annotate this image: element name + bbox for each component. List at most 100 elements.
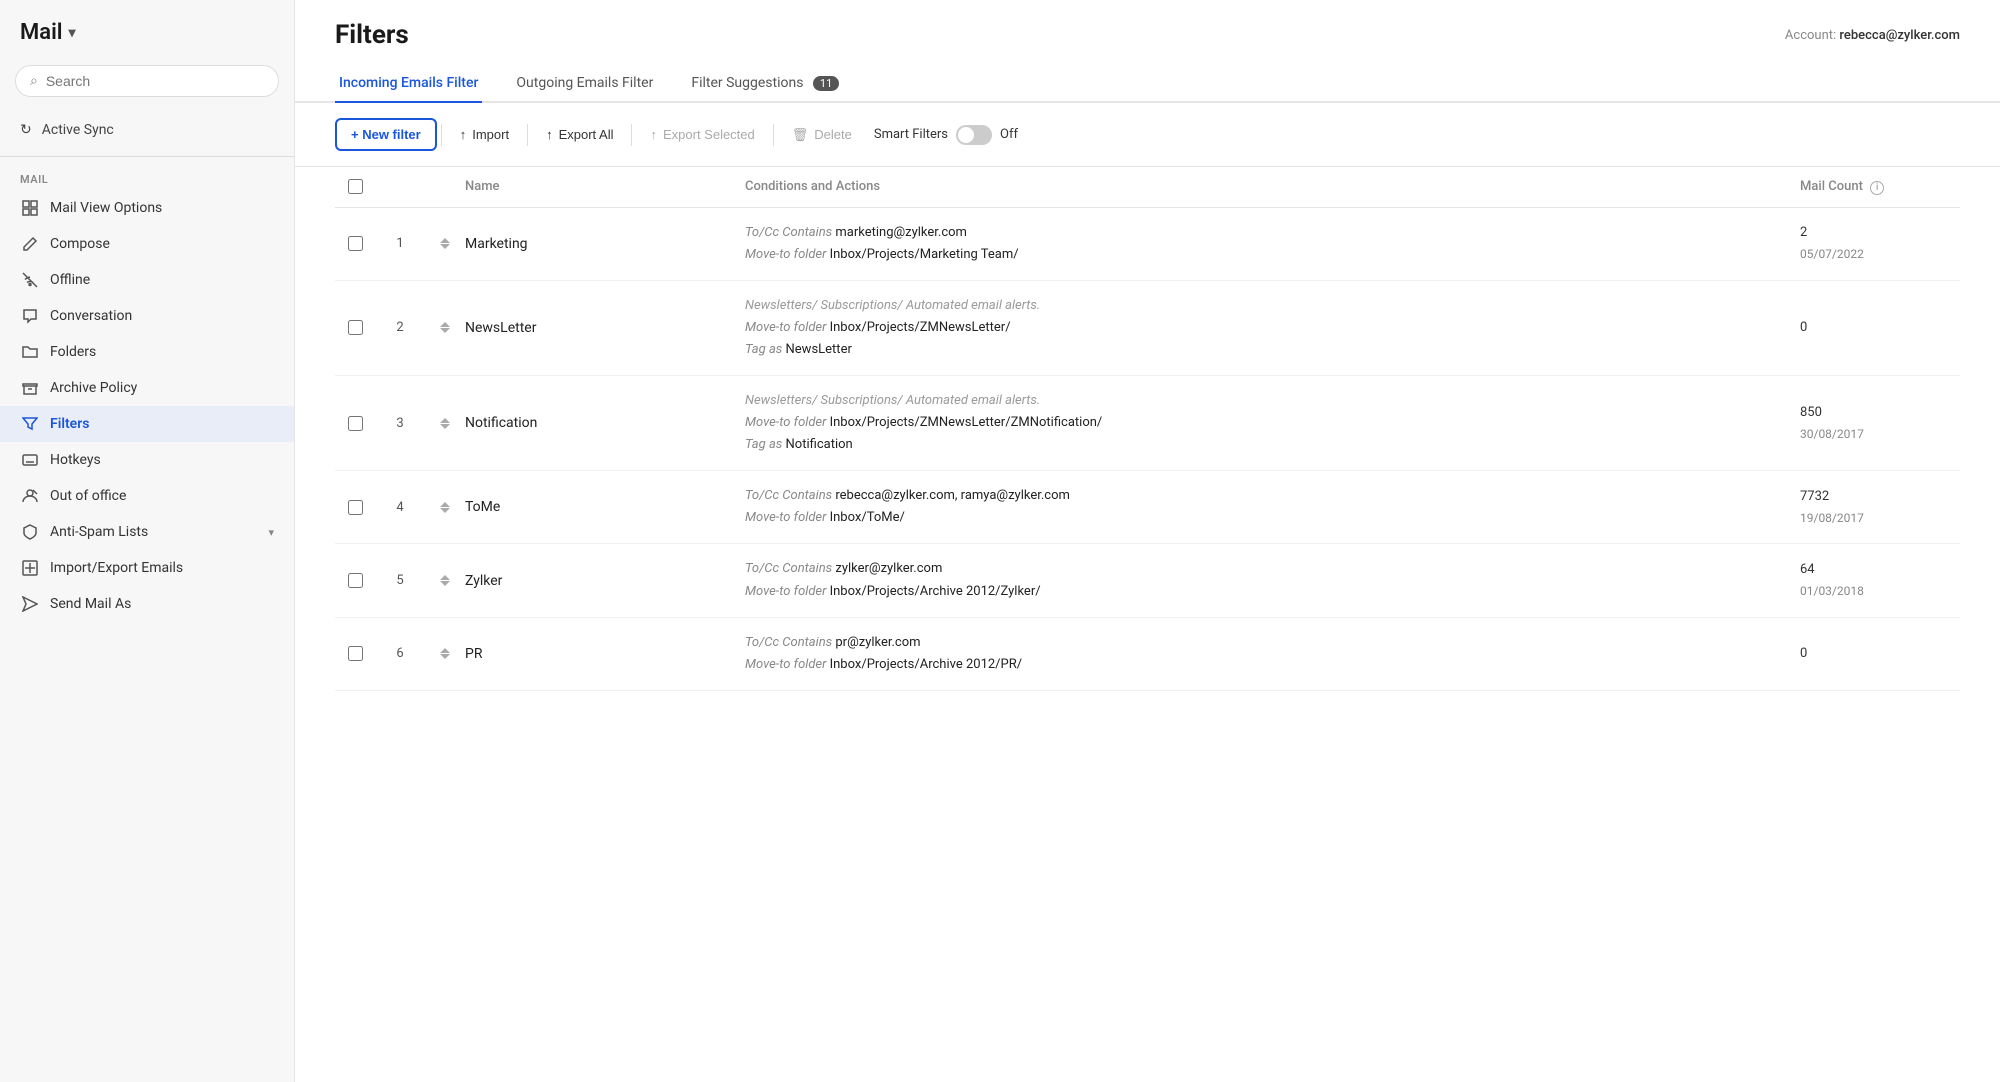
row-count: 64 01/03/2018 — [1800, 559, 1960, 601]
search-icon: ⌕ — [30, 73, 38, 89]
row-name[interactable]: Marketing — [465, 236, 745, 252]
export-all-button[interactable]: ↑ Export All — [532, 120, 627, 149]
shield-icon — [20, 524, 40, 540]
tab-outgoing-emails-filter[interactable]: Outgoing Emails Filter — [512, 65, 657, 103]
sidebar-item-anti-spam[interactable]: Anti-Spam Lists ▾ — [0, 514, 294, 550]
row-check[interactable] — [335, 236, 375, 251]
sort-up-arrow[interactable] — [440, 502, 450, 507]
sidebar-item-label: Offline — [50, 272, 90, 288]
sidebar-item-folders[interactable]: Folders — [0, 334, 294, 370]
sort-arrows[interactable] — [425, 648, 465, 659]
export-selected-label: Export Selected — [663, 127, 755, 142]
sort-arrows[interactable] — [425, 418, 465, 429]
row-checkbox[interactable] — [348, 500, 363, 515]
sort-arrows[interactable] — [425, 575, 465, 586]
tab-incoming-emails-filter[interactable]: Incoming Emails Filter — [335, 65, 482, 103]
row-check[interactable] — [335, 646, 375, 661]
row-check[interactable] — [335, 416, 375, 431]
row-name[interactable]: ToMe — [465, 499, 745, 515]
row-checkbox[interactable] — [348, 573, 363, 588]
row-checkbox[interactable] — [348, 236, 363, 251]
sidebar-header: Mail ▾ — [0, 0, 294, 55]
row-count: 0 — [1800, 643, 1960, 665]
row-name[interactable]: Notification — [465, 415, 745, 431]
import-icon: ↑ — [460, 127, 467, 142]
sidebar-item-hotkeys[interactable]: Hotkeys — [0, 442, 294, 478]
sidebar-title[interactable]: Mail ▾ — [20, 20, 274, 45]
smart-filters-toggle[interactable] — [956, 125, 992, 145]
header-check[interactable] — [335, 179, 375, 194]
sidebar-sync-label: Active Sync — [42, 122, 114, 138]
tab-bar: Incoming Emails Filter Outgoing Emails F… — [295, 50, 2000, 103]
filter-suggestions-badge: 11 — [813, 76, 839, 91]
sidebar-item-out-of-office[interactable]: Out of office — [0, 478, 294, 514]
sort-arrows[interactable] — [425, 238, 465, 249]
row-num: 2 — [375, 320, 425, 335]
smart-filters-state: Off — [1000, 127, 1018, 142]
sort-down-arrow[interactable] — [440, 328, 450, 333]
sort-up-arrow[interactable] — [440, 648, 450, 653]
tab-filter-suggestions[interactable]: Filter Suggestions 11 — [687, 65, 843, 103]
sidebar-title-text: Mail — [20, 20, 63, 45]
sort-arrows[interactable] — [425, 502, 465, 513]
sort-up-arrow[interactable] — [440, 322, 450, 327]
mail-count-info-icon[interactable]: i — [1870, 181, 1884, 195]
sidebar-item-filters[interactable]: Filters — [0, 406, 294, 442]
sort-down-arrow[interactable] — [440, 654, 450, 659]
import-button[interactable]: ↑ Import — [446, 120, 523, 149]
sidebar-item-archive-policy[interactable]: Archive Policy — [0, 370, 294, 406]
sidebar-item-label: Conversation — [50, 308, 132, 324]
row-num: 3 — [375, 416, 425, 431]
row-check[interactable] — [335, 500, 375, 515]
export-selected-button[interactable]: ↑ Export Selected — [636, 120, 768, 149]
search-input[interactable] — [46, 73, 264, 89]
row-count: 850 30/08/2017 — [1800, 402, 1960, 444]
sidebar-item-import-export[interactable]: Import/Export Emails — [0, 550, 294, 586]
row-checkbox[interactable] — [348, 416, 363, 431]
export-selected-icon: ↑ — [650, 127, 657, 142]
archive-icon — [20, 380, 40, 396]
sidebar-item-label: Anti-Spam Lists — [50, 524, 148, 540]
sort-up-arrow[interactable] — [440, 238, 450, 243]
row-checkbox[interactable] — [348, 320, 363, 335]
row-num: 5 — [375, 573, 425, 588]
sort-down-arrow[interactable] — [440, 508, 450, 513]
row-conditions: To/Cc Contains rebecca@zylker.com, ramya… — [745, 485, 1800, 529]
toolbar-separator — [631, 124, 632, 146]
sort-down-arrow[interactable] — [440, 424, 450, 429]
sidebar-item-mail-view-options[interactable]: Mail View Options — [0, 190, 294, 226]
row-conditions: To/Cc Contains marketing@zylker.com Move… — [745, 222, 1800, 266]
sidebar-item-send-mail-as[interactable]: Send Mail As — [0, 586, 294, 622]
search-box[interactable]: ⌕ — [15, 65, 279, 97]
row-checkbox[interactable] — [348, 646, 363, 661]
row-check[interactable] — [335, 573, 375, 588]
sidebar-item-label: Send Mail As — [50, 596, 131, 612]
row-name[interactable]: Zylker — [465, 573, 745, 589]
row-check[interactable] — [335, 320, 375, 335]
row-conditions: Newsletters/ Subscriptions/ Automated em… — [745, 295, 1800, 361]
select-all-checkbox[interactable] — [348, 179, 363, 194]
row-name[interactable]: NewsLetter — [465, 320, 745, 336]
sidebar-item-conversation[interactable]: Conversation — [0, 298, 294, 334]
edit-icon — [20, 236, 40, 252]
filters-table: Name Conditions and Actions Mail Count i… — [295, 167, 2000, 1082]
row-count: 2 05/07/2022 — [1800, 222, 1960, 264]
delete-label: Delete — [814, 127, 852, 142]
account-email: rebecca@zylker.com — [1839, 28, 1960, 43]
row-conditions: To/Cc Contains zylker@zylker.com Move-to… — [745, 558, 1800, 602]
new-filter-button[interactable]: + New filter — [335, 118, 437, 151]
sidebar-item-compose[interactable]: Compose — [0, 226, 294, 262]
sort-up-arrow[interactable] — [440, 418, 450, 423]
sidebar-item-active-sync[interactable]: ↻ Active Sync — [0, 112, 294, 148]
sort-down-arrow[interactable] — [440, 581, 450, 586]
header-conditions: Conditions and Actions — [745, 179, 1800, 194]
row-name[interactable]: PR — [465, 646, 745, 662]
sort-up-arrow[interactable] — [440, 575, 450, 580]
folder-icon — [20, 344, 40, 360]
sort-arrows[interactable] — [425, 322, 465, 333]
delete-button[interactable]: 🗑 Delete — [778, 120, 866, 150]
toolbar-separator — [527, 124, 528, 146]
sidebar-item-offline[interactable]: Offline — [0, 262, 294, 298]
table-row: 4 ToMe To/Cc Contains rebecca@zylker.com… — [335, 471, 1960, 544]
sort-down-arrow[interactable] — [440, 244, 450, 249]
